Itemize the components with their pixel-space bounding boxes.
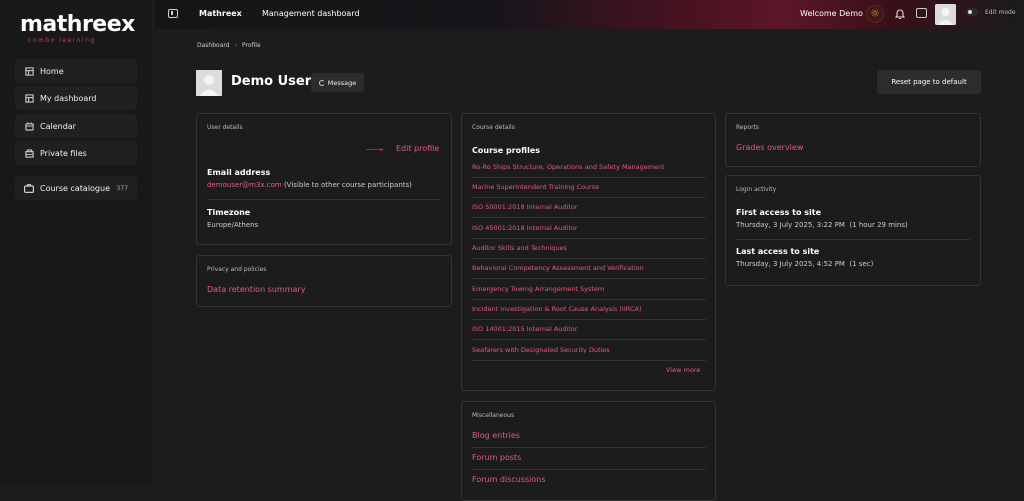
email-label: Email address: [207, 168, 271, 177]
course-link[interactable]: Incident Investigation & Root Cause Anal…: [472, 305, 706, 313]
calendar-icon: [24, 121, 34, 131]
blog-entries-link[interactable]: Blog entries: [472, 431, 520, 440]
reset-page-button[interactable]: Reset page to default: [877, 70, 981, 94]
breadcrumb-dashboard-link[interactable]: Dashboard: [197, 42, 230, 49]
divider: [472, 278, 706, 279]
privacy-header: Privacy and policies: [207, 266, 267, 273]
sidebar-item-label: Private files: [40, 148, 87, 158]
divider: [472, 339, 706, 340]
login-activity-header: Login activity: [736, 186, 777, 193]
last-access-value: Thursday, 3 July 2025, 4:52 PM (1 sec): [736, 260, 874, 268]
top-navbar: Mathreex Management dashboard Welcome De…: [154, 0, 1024, 29]
divider: [472, 360, 706, 361]
sidebar-item-label: Calendar: [40, 121, 76, 131]
email-visibility-note: (Visible to other course participants): [283, 181, 412, 189]
divider: [472, 238, 706, 239]
login-activity-card: Login activity First access to site Thur…: [725, 175, 981, 286]
forum-posts-link[interactable]: Forum posts: [472, 453, 521, 462]
email-row: demouser@m3x.com (Visible to other cours…: [207, 181, 412, 189]
email-link[interactable]: demouser@m3x.com: [207, 181, 282, 189]
welcome-text: Welcome Demo: [800, 9, 863, 18]
divider: [207, 199, 441, 200]
breadcrumb-separator: ›: [234, 42, 237, 49]
files-icon: [24, 148, 34, 158]
forum-discussions-link[interactable]: Forum discussions: [472, 475, 546, 484]
profile-avatar: [196, 70, 222, 96]
breadcrumb: Dashboard › Profile: [197, 42, 261, 49]
data-retention-link[interactable]: Data retention summary: [207, 285, 305, 294]
divider: [472, 319, 706, 320]
sidebar-item-course-catalogue[interactable]: Course catalogue 377: [15, 176, 137, 200]
divider: [472, 177, 706, 178]
divider: [472, 299, 706, 300]
sidebar-item-label: Home: [40, 66, 64, 76]
course-link[interactable]: ISO 14001:2015 Internal Auditor: [472, 325, 706, 333]
view-more-link[interactable]: View more: [666, 366, 700, 374]
sidebar-item-private-files[interactable]: Private files: [15, 141, 137, 165]
miscellaneous-header: Miscellaneous: [472, 412, 515, 419]
miscellaneous-card: Miscellaneous Blog entries Forum posts F…: [461, 401, 716, 501]
brand-logo[interactable]: mathreex combo learning: [20, 10, 135, 44]
annotation-arrow-icon: [366, 148, 384, 151]
brand-tagline: combo learning: [28, 37, 96, 44]
breadcrumb-current: Profile: [241, 42, 261, 49]
sidebar-item-label: Course catalogue: [40, 183, 110, 193]
message-button-label: Message: [327, 78, 357, 87]
course-link[interactable]: Behavioral Competency Assessment and Ver…: [472, 264, 706, 272]
course-count-badge: 377: [116, 184, 128, 192]
sidebar-toggle-icon[interactable]: [168, 9, 178, 18]
notifications-bell-icon[interactable]: [894, 8, 906, 20]
divider: [472, 217, 706, 218]
catalogue-icon: [24, 183, 34, 193]
edit-mode-label: Edit mode: [985, 8, 1016, 16]
divider: [736, 239, 970, 240]
course-details-card: Course details Course profiles Ro-Ro Shi…: [461, 113, 716, 391]
profile-username: Demo User: [231, 74, 312, 89]
edit-mode-toggle[interactable]: Edit mode: [966, 8, 1016, 16]
user-details-card: User details Edit profile Email address …: [196, 113, 452, 245]
theme-toggle-sun-icon[interactable]: ☼: [866, 5, 884, 23]
course-details-header: Course details: [472, 124, 515, 131]
user-details-header: User details: [207, 124, 243, 131]
messages-chat-icon[interactable]: [916, 8, 927, 18]
course-link[interactable]: Auditor Skills and Techniques: [472, 244, 706, 252]
course-link[interactable]: Emergency Towing Arrangement System: [472, 285, 706, 293]
divider: [472, 447, 706, 448]
grades-overview-link[interactable]: Grades overview: [736, 143, 803, 152]
message-button[interactable]: Message: [311, 73, 364, 92]
first-access-label: First access to site: [736, 208, 821, 217]
message-icon: [318, 79, 325, 86]
user-avatar-menu[interactable]: [935, 4, 956, 25]
site-name-link[interactable]: Mathreex: [199, 9, 242, 18]
course-link[interactable]: Ro-Ro Ships Structure, Operations and Sa…: [472, 163, 706, 171]
home-icon: [24, 66, 34, 76]
divider: [472, 469, 706, 470]
edit-mode-switch[interactable]: [966, 8, 978, 16]
course-link[interactable]: Seafarers with Designated Security Dutie…: [472, 346, 706, 354]
brand-name: mathreex: [20, 12, 135, 37]
sidebar-item-label: My dashboard: [40, 93, 97, 103]
dashboard-icon: [24, 93, 34, 103]
course-link[interactable]: ISO 50001:2018 Internal Auditor: [472, 203, 706, 211]
first-access-value: Thursday, 3 July 2025, 3:22 PM (1 hour 2…: [736, 221, 908, 229]
divider: [472, 197, 706, 198]
timezone-value: Europe/Athens: [207, 221, 259, 229]
reports-card: Reports Grades overview: [725, 113, 981, 167]
privacy-card: Privacy and policies Data retention summ…: [196, 255, 452, 307]
management-dashboard-link[interactable]: Management dashboard: [262, 9, 360, 18]
edit-profile-link[interactable]: Edit profile: [396, 144, 439, 153]
timezone-label: Timezone: [207, 208, 251, 217]
sidebar-item-my-dashboard[interactable]: My dashboard: [15, 86, 137, 110]
divider: [472, 258, 706, 259]
sidebar-item-calendar[interactable]: Calendar: [15, 114, 137, 138]
course-profiles-title: Course profiles: [472, 146, 541, 155]
last-access-label: Last access to site: [736, 247, 820, 256]
course-link[interactable]: Marine Superintendent Training Course: [472, 183, 706, 191]
sidebar-item-home[interactable]: Home: [15, 59, 137, 83]
reports-header: Reports: [736, 124, 760, 131]
sidebar: mathreex combo learning Home My dashboar…: [0, 0, 154, 486]
course-link[interactable]: ISO 45001:2018 Internal Auditor: [472, 224, 706, 232]
